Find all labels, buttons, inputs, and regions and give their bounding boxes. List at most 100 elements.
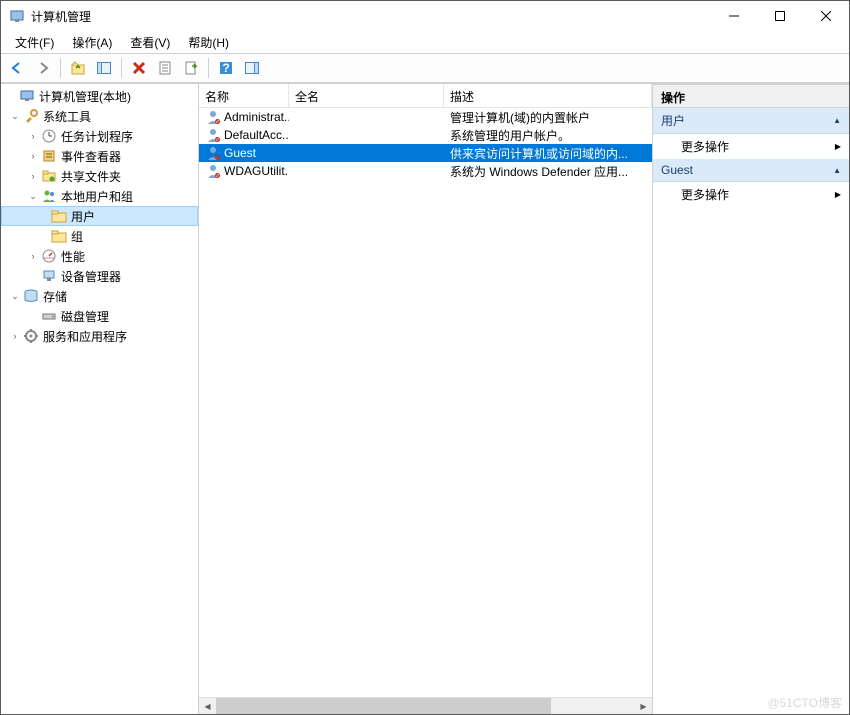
tree-label: 共享文件夹 (61, 168, 121, 185)
tree-services-apps[interactable]: › 服务和应用程序 (1, 326, 198, 346)
tree-label: 事件查看器 (61, 148, 121, 165)
tree-task-scheduler[interactable]: › 任务计划程序 (1, 126, 198, 146)
services-icon (23, 328, 39, 344)
list-panel: 名称 全名 描述 Administrat...管理计算机(域)的内置帐户Defa… (199, 84, 653, 714)
action-more-users[interactable]: 更多操作 ▶ (653, 134, 849, 159)
toolbar-separator (208, 58, 209, 78)
properties-button[interactable] (153, 56, 177, 80)
toolbar: ? (1, 53, 849, 83)
list-row[interactable]: Guest供来宾访问计算机或访问域的内... (199, 144, 652, 162)
action-label: 更多操作 (681, 186, 729, 203)
tree-device-manager[interactable]: 设备管理器 (1, 266, 198, 286)
tree-label: 本地用户和组 (61, 188, 133, 205)
storage-icon (23, 288, 39, 304)
col-desc[interactable]: 描述 (444, 84, 652, 107)
tree-storage[interactable]: ⌄ 存储 (1, 286, 198, 306)
submenu-icon: ▶ (835, 190, 841, 199)
expand-icon[interactable]: › (25, 148, 41, 164)
tools-icon (23, 108, 39, 124)
menu-file[interactable]: 文件(F) (7, 32, 62, 53)
export-button[interactable] (179, 56, 203, 80)
show-hide-tree-button[interactable] (92, 56, 116, 80)
cell-name: Administrat... (224, 110, 289, 124)
action-section-guest[interactable]: Guest ▲ (653, 159, 849, 182)
help-button[interactable]: ? (214, 56, 238, 80)
delete-button[interactable] (127, 56, 151, 80)
tree-performance[interactable]: › 性能 (1, 246, 198, 266)
window-title: 计算机管理 (31, 8, 711, 25)
cell-desc: 系统管理的用户帐户。 (444, 127, 652, 144)
action-section-users[interactable]: 用户 ▲ (653, 108, 849, 134)
actions-header: 操作 (653, 84, 849, 108)
section-label: Guest (661, 163, 693, 177)
menu-action[interactable]: 操作(A) (64, 32, 120, 53)
collapse-icon[interactable]: ⌄ (7, 288, 23, 304)
list-body[interactable]: Administrat...管理计算机(域)的内置帐户DefaultAcc...… (199, 108, 652, 697)
tree-shared-folders[interactable]: › 共享文件夹 (1, 166, 198, 186)
toolbar-separator (60, 58, 61, 78)
tree-label: 任务计划程序 (61, 128, 133, 145)
up-button[interactable] (66, 56, 90, 80)
scroll-left-icon[interactable]: ◀ (199, 698, 216, 714)
tree-panel[interactable]: 计算机管理(本地) ⌄ 系统工具 › 任务计划程序 › 事件查看器 › 共享文件… (1, 84, 199, 714)
list-row[interactable]: Administrat... 管理计算机(域)的内置帐户 (199, 108, 652, 126)
disk-icon (41, 308, 57, 324)
cell-name: DefaultAcc... (224, 128, 289, 142)
close-button[interactable] (803, 1, 849, 31)
scroll-right-icon[interactable]: ▶ (635, 698, 652, 714)
tree-system-tools[interactable]: ⌄ 系统工具 (1, 106, 198, 126)
list-row[interactable]: DefaultAcc... 系统管理的用户帐户。 (199, 126, 652, 144)
forward-button[interactable] (31, 56, 55, 80)
actions-panel: 操作 用户 ▲ 更多操作 ▶ Guest ▲ 更多操作 ▶ (653, 84, 849, 714)
horizontal-scrollbar[interactable]: ◀ ▶ (199, 697, 652, 714)
maximize-button[interactable] (757, 1, 803, 31)
menu-view[interactable]: 查看(V) (122, 32, 178, 53)
menu-help[interactable]: 帮助(H) (180, 32, 237, 53)
minimize-button[interactable] (711, 1, 757, 31)
show-hide-action-button[interactable] (240, 56, 264, 80)
folder-icon (51, 208, 67, 224)
scroll-thumb[interactable] (216, 698, 551, 714)
menubar: 文件(F) 操作(A) 查看(V) 帮助(H) (1, 31, 849, 53)
toolbar-separator (121, 58, 122, 78)
tree-disk-management[interactable]: 磁盘管理 (1, 306, 198, 326)
submenu-icon: ▶ (835, 142, 841, 151)
shared-folder-icon (41, 168, 57, 184)
user-icon (205, 163, 221, 179)
performance-icon (41, 248, 57, 264)
expand-icon[interactable]: › (7, 328, 23, 344)
expand-icon[interactable]: › (25, 168, 41, 184)
tree-label: 组 (71, 228, 83, 245)
user-icon (205, 145, 221, 161)
back-button[interactable] (5, 56, 29, 80)
cell-name: Guest (224, 146, 256, 160)
action-more-guest[interactable]: 更多操作 ▶ (653, 182, 849, 207)
expand-icon[interactable]: › (25, 248, 41, 264)
tree-local-users[interactable]: ⌄ 本地用户和组 (1, 186, 198, 206)
cell-desc: 管理计算机(域)的内置帐户 (444, 109, 652, 126)
expand-icon[interactable]: › (25, 128, 41, 144)
tree-event-viewer[interactable]: › 事件查看器 (1, 146, 198, 166)
tree-root[interactable]: 计算机管理(本地) (1, 86, 198, 106)
svg-text:?: ? (222, 61, 229, 75)
collapse-icon[interactable]: ⌄ (7, 108, 23, 124)
section-label: 用户 (661, 112, 685, 129)
titlebar: 计算机管理 (1, 1, 849, 31)
expand-icon (3, 88, 19, 104)
list-header: 名称 全名 描述 (199, 84, 652, 108)
tree-label: 设备管理器 (61, 268, 121, 285)
col-fullname[interactable]: 全名 (289, 84, 444, 107)
app-icon (9, 8, 25, 24)
tree-label: 系统工具 (43, 108, 91, 125)
clock-icon (41, 128, 57, 144)
user-icon (205, 127, 221, 143)
tree-users[interactable]: 用户 (1, 206, 198, 226)
col-name[interactable]: 名称 (199, 84, 289, 107)
tree-label: 存储 (43, 288, 67, 305)
list-row[interactable]: WDAGUtilit...系统为 Windows Defender 应用... (199, 162, 652, 180)
tree-groups[interactable]: 组 (1, 226, 198, 246)
collapse-icon[interactable]: ⌄ (25, 188, 41, 204)
tree-label: 服务和应用程序 (43, 328, 127, 345)
device-icon (41, 268, 57, 284)
cell-desc: 系统为 Windows Defender 应用... (444, 163, 652, 180)
